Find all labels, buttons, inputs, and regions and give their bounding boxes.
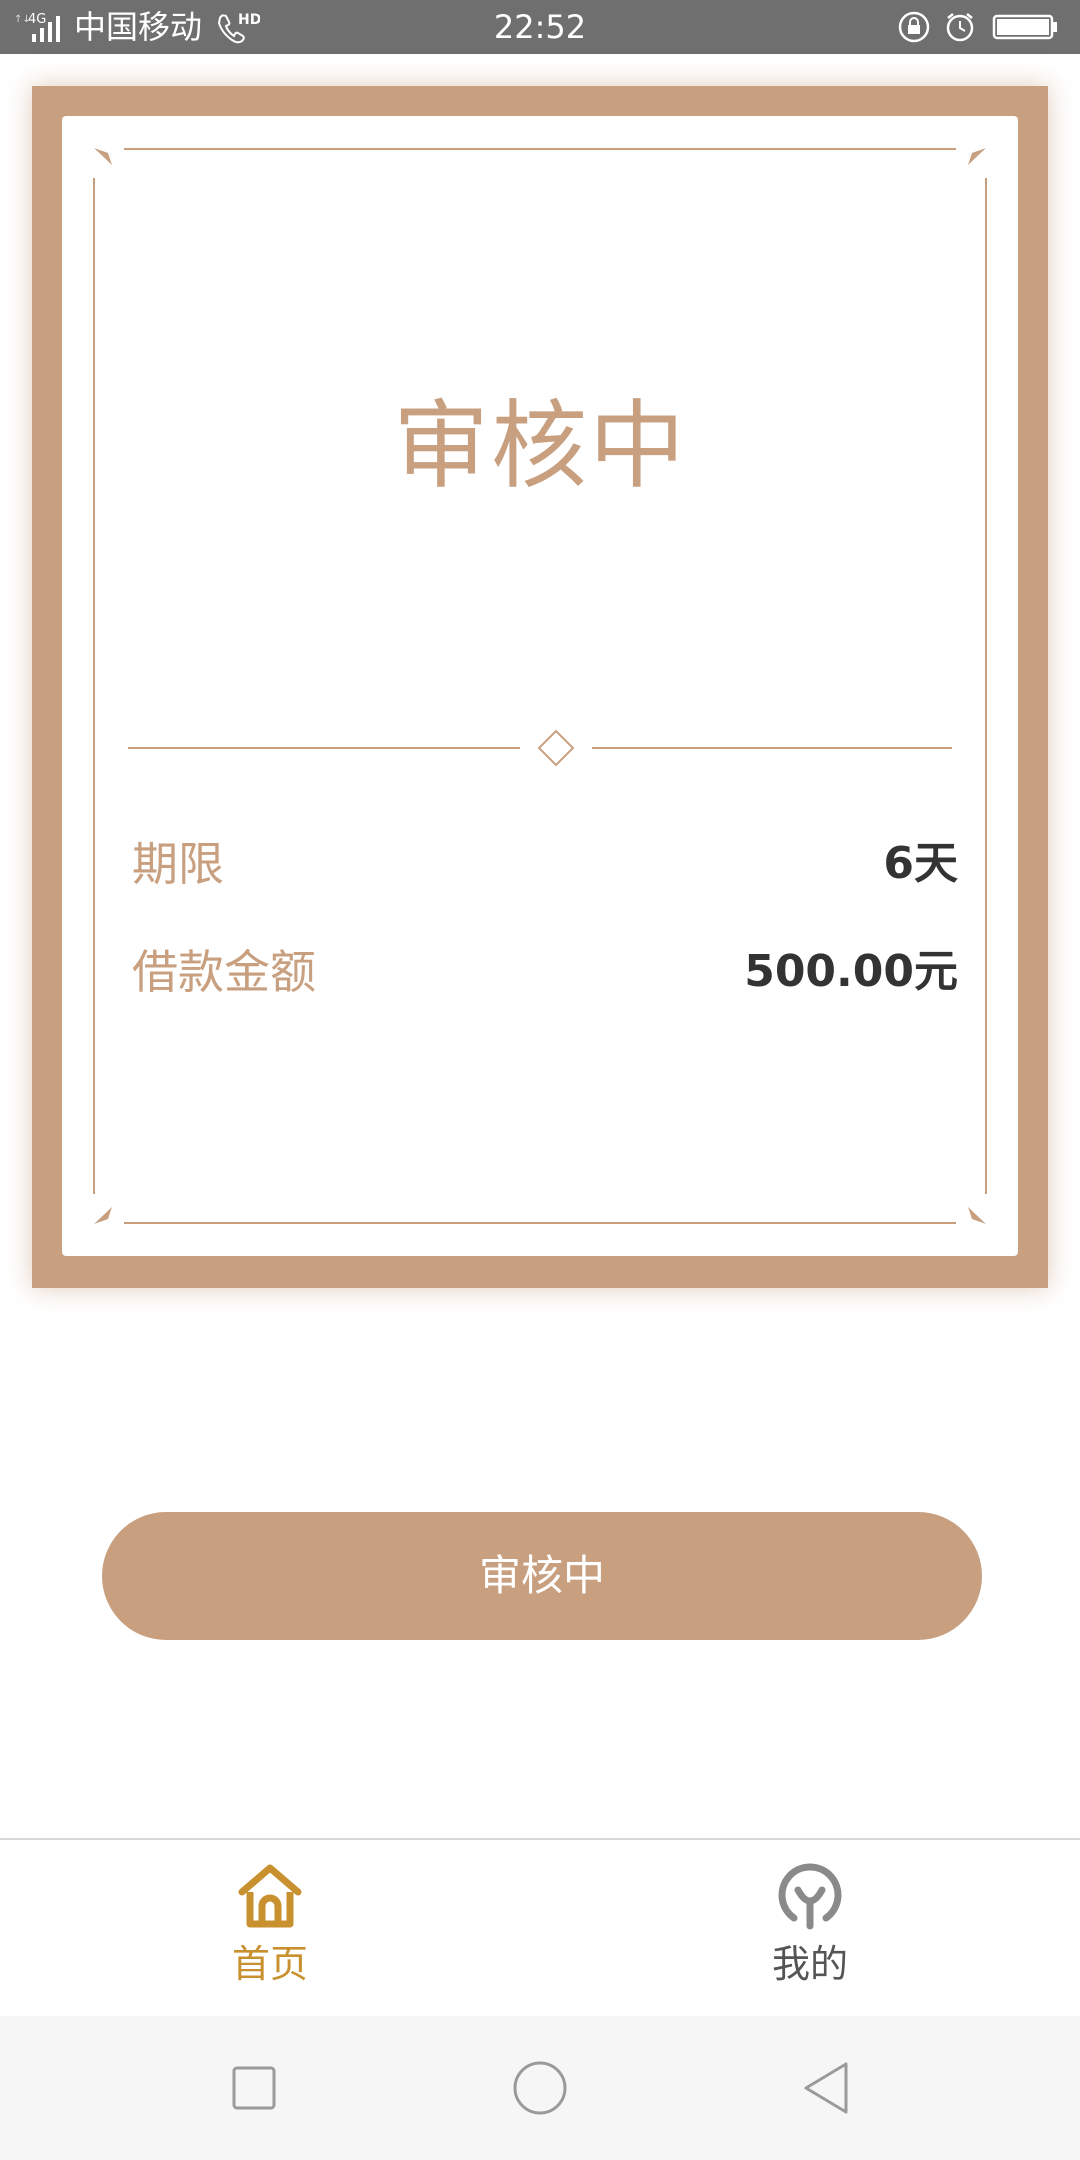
tab-home[interactable]: 首页 — [0, 1840, 540, 2016]
home-icon — [238, 1864, 302, 1928]
system-nav-bar — [0, 2016, 1080, 2160]
diamond-ornament-icon — [537, 729, 575, 767]
amount-label: 借款金额 — [132, 945, 316, 999]
tab-mine[interactable]: 我的 — [540, 1840, 1080, 2016]
lock-rotation-icon — [898, 11, 930, 43]
back-icon[interactable] — [796, 2056, 860, 2120]
status-title: 审核中 — [393, 390, 687, 502]
amount-row: 借款金额 500.00元 — [132, 942, 958, 1002]
home-circle-icon[interactable] — [508, 2056, 572, 2120]
profile-icon — [778, 1863, 842, 1930]
battery-icon — [992, 14, 1057, 40]
status-icons-right — [898, 11, 1057, 43]
term-row: 期限 6天 — [132, 834, 958, 894]
tab-mine-label: 我的 — [771, 1942, 848, 1986]
alarm-icon — [946, 13, 974, 42]
tab-home-label: 首页 — [231, 1942, 308, 1986]
tab-bar: 首页 我的 — [0, 1838, 1080, 2016]
divider — [128, 729, 952, 767]
term-value: 6天 — [883, 838, 958, 889]
term-label: 期限 — [132, 837, 224, 891]
status-bar: ↑↓ 4G 中国移动 HD 22:52 — [0, 0, 1080, 54]
decorative-frame — [93, 148, 987, 1224]
amount-value: 500.00元 — [744, 946, 958, 997]
recent-apps-icon[interactable] — [222, 2056, 286, 2120]
card-inner: 审核中 期限 6天 借款金额 500.00元 — [62, 116, 1018, 1256]
status-button[interactable]: 审核中 — [102, 1512, 982, 1640]
review-card: 审核中 期限 6天 借款金额 500.00元 — [32, 86, 1048, 1288]
